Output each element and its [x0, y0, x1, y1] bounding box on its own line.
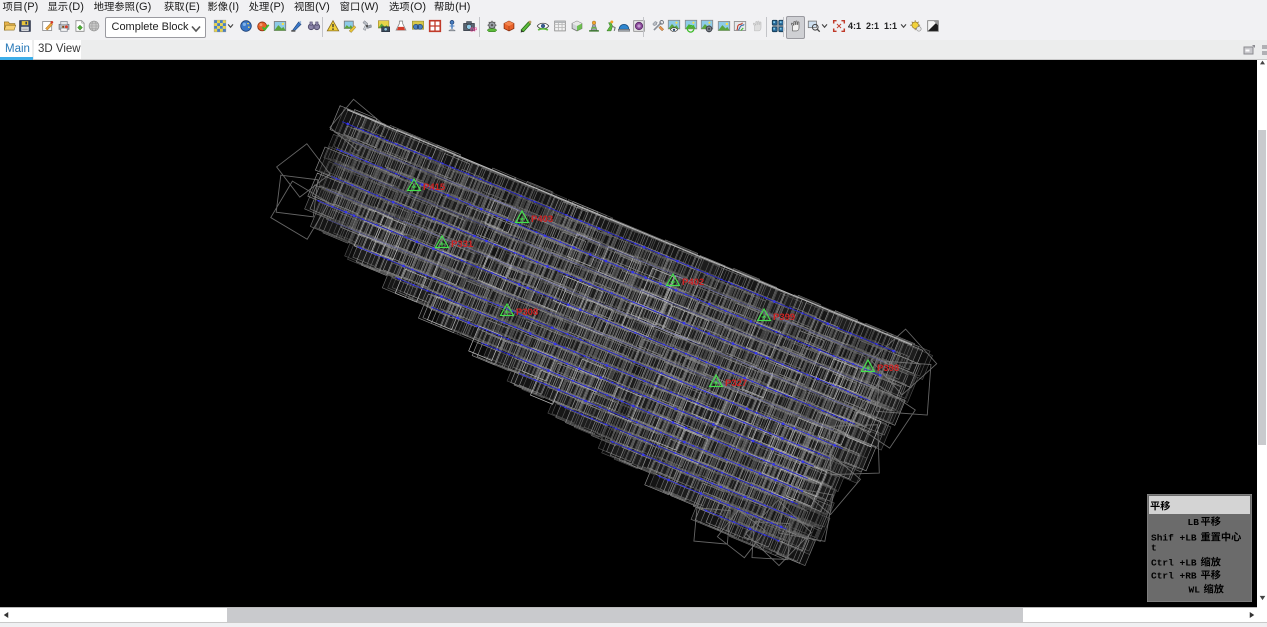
- svg-text:P331: P331: [451, 239, 474, 250]
- svg-text:(E): (E): [185, 1, 200, 13]
- svg-text:Ctrl +RB: Ctrl +RB: [1151, 571, 1197, 582]
- svg-text:(H): (H): [455, 1, 470, 13]
- svg-text:P399: P399: [773, 312, 795, 323]
- svg-text:(V): (V): [315, 1, 330, 13]
- svg-text:P398: P398: [877, 363, 899, 374]
- svg-text:(P): (P): [24, 1, 39, 13]
- svg-text:P308: P308: [516, 307, 538, 318]
- svg-text:P403: P403: [531, 214, 553, 225]
- svg-text:Shif +LB: Shif +LB: [1151, 533, 1197, 544]
- svg-text:t: t: [1151, 543, 1157, 554]
- svg-text:(P): (P): [270, 1, 285, 13]
- svg-text:Ctrl +LB: Ctrl +LB: [1151, 558, 1197, 569]
- svg-text:(W): (W): [361, 1, 379, 13]
- svg-text:P327: P327: [725, 378, 747, 389]
- svg-text:WL: WL: [1189, 585, 1201, 596]
- svg-text:P402: P402: [682, 277, 704, 288]
- svg-text:(I): (I): [229, 1, 239, 13]
- svg-text:LB: LB: [1188, 517, 1200, 528]
- svg-text:DP: DP: [470, 27, 477, 33]
- svg-text:(G): (G): [135, 1, 151, 13]
- svg-text:(O): (O): [410, 1, 426, 13]
- svg-text:P415: P415: [423, 182, 446, 193]
- svg-text:(D): (D): [69, 1, 84, 13]
